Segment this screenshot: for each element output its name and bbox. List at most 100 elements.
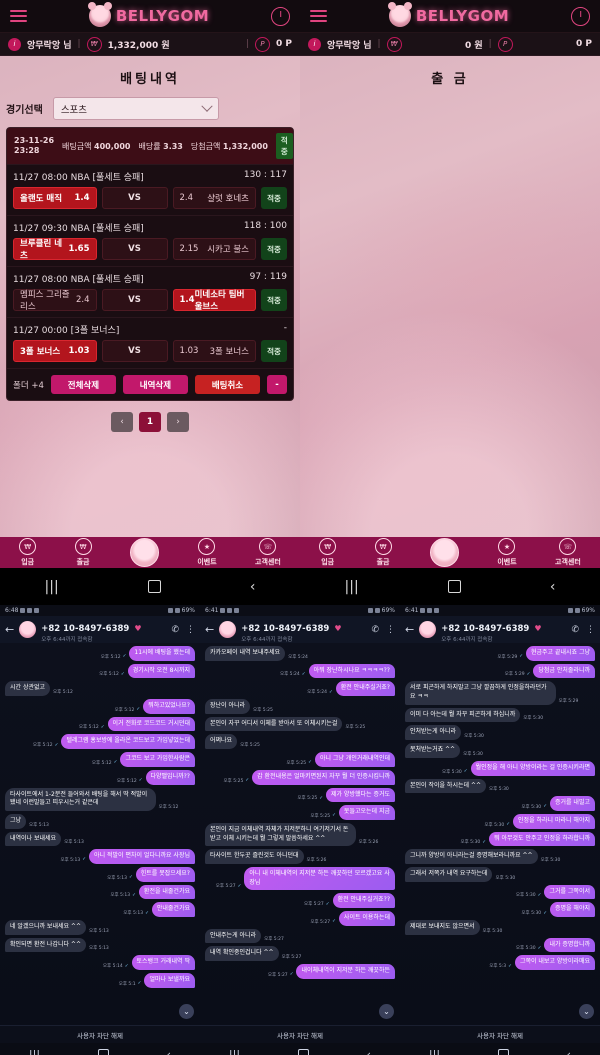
recents-button[interactable]: ||| (429, 1048, 440, 1055)
nav-event[interactable]: ★ 이벤트 (197, 538, 217, 567)
message-bubble: 그래서 저쪽가 내역 요구하는데 (405, 866, 493, 882)
back-button[interactable]: ‹ (367, 1048, 371, 1055)
home-button[interactable] (497, 1049, 509, 1055)
back-arrow-icon[interactable]: ← (405, 623, 414, 636)
call-icon[interactable]: ✆ (371, 625, 379, 635)
message-time: 오후 5:30 ✓ (521, 804, 547, 810)
message-time: 오후 5:29 ✓ (497, 654, 523, 660)
power-logout-icon[interactable] (271, 6, 290, 26)
home-button[interactable] (297, 1049, 309, 1055)
app-topbar: BELLYGOM (300, 0, 600, 33)
read-tick-icon: ✓ (237, 883, 242, 889)
nav-support[interactable]: ☏ 고객센터 (555, 538, 581, 567)
recents-button[interactable]: ||| (45, 579, 59, 595)
user-money: 1,332,000 원 (107, 40, 170, 51)
page-prev-button[interactable]: ‹ (111, 412, 133, 432)
unblock-user-button[interactable]: 사용자 차단 해제 (0, 1025, 200, 1043)
more-options-icon[interactable]: ⋮ (186, 625, 195, 635)
pick-away[interactable]: 2.4 샬럿 호네츠 (172, 187, 256, 209)
power-logout-icon[interactable] (571, 6, 590, 26)
menu-icon[interactable] (310, 9, 327, 23)
pick-home[interactable]: 멤피스 그리즐리스 2.4 (13, 289, 97, 312)
message-time: 오후 5:30 ✓ (460, 839, 487, 846)
recents-button[interactable]: ||| (29, 1048, 40, 1055)
message-bubble: 내역이나 보내세요 (5, 831, 62, 847)
nav-withdraw[interactable]: ₩ 출금 (374, 538, 392, 567)
back-button[interactable]: ‹ (167, 1048, 171, 1055)
back-button[interactable]: ‹ (550, 579, 556, 595)
scroll-to-bottom-icon[interactable]: ⌄ (379, 1004, 394, 1019)
more-options-icon[interactable]: ⋮ (586, 625, 595, 635)
nav-deposit[interactable]: ₩ 입금 (19, 538, 37, 567)
message-time: 오후 5:30 ✓ (521, 910, 547, 917)
message-bubble: 그쪽이 내보고 양방이라매요 (514, 955, 595, 971)
back-arrow-icon[interactable]: ← (5, 623, 14, 636)
home-button[interactable] (447, 580, 461, 593)
scroll-to-bottom-icon[interactable]: ⌄ (179, 1004, 194, 1019)
call-icon[interactable]: ✆ (171, 625, 179, 635)
pick-away[interactable]: 1.03 3폴 보너스 (172, 340, 256, 362)
message-bubble: 타사이트에서 1-2분전 들어와서 배팅을 해서 딱 적발이 됐네 이런말들고 … (5, 787, 156, 811)
message-row: 오후 5:12 ✓ 경기시작 오전 8시까지 (5, 663, 195, 679)
signal-icon (574, 608, 580, 613)
recents-button[interactable]: ||| (345, 579, 359, 595)
message-bubble: 그니까 양방이 아니라는걸 증명해보라니까요 ^^ (405, 849, 538, 864)
message-list[interactable]: 카카오페이 내역 보내주세요 오후 5:24 오후 5:24 ✓ 아뭐 장난하시나요 ㅋ… (200, 643, 400, 1025)
message-row: 오후 5:24 ✓ 아뭐 장난하시나요 ㅋㅋㅋㅋ?? (205, 663, 395, 679)
more-button[interactable]: - (267, 375, 288, 394)
avatar[interactable] (419, 621, 437, 638)
page-next-button[interactable]: › (167, 412, 189, 432)
pick-home[interactable]: 브루클린 네츠 1.65 (13, 238, 97, 261)
nav-deposit[interactable]: ₩ 입금 (319, 538, 337, 567)
delete-all-button[interactable]: 전체삭제 (50, 375, 116, 394)
message-row: 오후 5:25 ✓ 갑 환전내용은 얼마키면된지 자꾸 뭘 더 인증시킵니까 (205, 769, 395, 785)
message-list[interactable]: 오후 5:29 ✓ 현금주고 끝내시죠 그냥 오후 5:29 ✓ 당첨금 안처줄라니까 서로… (400, 643, 600, 1025)
pick-away[interactable]: 1.4 미네소타 팀버울브스 (172, 289, 256, 312)
message-row: 오후 5:13 ✓ 안내줄건가요 (5, 902, 195, 917)
game-select-label: 경기선택 (6, 105, 43, 116)
nav-event[interactable]: ★ 이벤트 (497, 538, 517, 567)
message-row: 오후 5:30 ✓ 뭐 아무것도 안주고 인정을 하라합니까 (405, 831, 595, 847)
back-button[interactable]: ‹ (250, 579, 256, 595)
cancel-bet-button[interactable]: 배팅취소 (194, 375, 261, 394)
message-time: 오후 5:1 ✓ (118, 981, 142, 987)
read-tick-icon: ✓ (301, 671, 306, 677)
message-time: 오후 5:30 ✓ (515, 892, 542, 899)
bet-game-row: 11/27 08:00 NBA [풀세트 승패] 130 : 117 올랜도 매… (7, 164, 293, 215)
home-button[interactable] (147, 580, 161, 593)
message-bubble: 이미 다 아는데 뭘 자꾸 피곤하게 하십니까 (405, 707, 521, 723)
recents-button[interactable]: ||| (229, 1048, 240, 1055)
menu-icon[interactable] (10, 9, 27, 23)
game-score: - (283, 323, 287, 333)
nav-support[interactable]: ☏ 고객센터 (255, 538, 281, 567)
scroll-to-bottom-icon[interactable]: ⌄ (579, 1004, 594, 1019)
bet-payout: 당첨금액 1,332,000 (190, 141, 268, 151)
message-time: 오후 5:13 (29, 822, 49, 828)
app-notification-icon (220, 608, 226, 613)
page-1-button[interactable]: 1 (139, 412, 161, 432)
message-row: 오후 5:12 ✓ 텔레그램 홍보방에 올라온 코드보고 가입넣었는데 (5, 734, 195, 750)
pick-home[interactable]: 3폴 보너스 1.03 (13, 340, 97, 362)
unblock-user-button[interactable]: 사용자 차단 해제 (200, 1025, 400, 1043)
avatar[interactable] (19, 621, 37, 638)
call-icon[interactable]: ✆ (571, 625, 579, 635)
back-arrow-icon[interactable]: ← (205, 623, 214, 636)
message-list[interactable]: 오후 5:12 ✓ 11시에 배팅을 했는데 오후 5:12 ✓ 경기시작 오전 8시까지… (0, 643, 200, 1025)
pick-away[interactable]: 2.15 시카고 불스 (172, 238, 256, 260)
bet-summary: 23-11-26 23:28 배팅금액 400,000 배당률 3.33 당첨금… (7, 128, 293, 164)
back-button[interactable]: ‹ (567, 1048, 571, 1055)
pick-home[interactable]: 올랜도 매직 1.4 (13, 187, 97, 209)
more-options-icon[interactable]: ⋮ (386, 625, 395, 635)
game-select-dropdown[interactable]: 스포츠 (52, 97, 219, 120)
avatar[interactable] (219, 621, 237, 638)
message-row: 내역이나 보내세요 오후 5:13 (5, 831, 195, 847)
wifi-icon (367, 608, 373, 613)
bear-home-icon[interactable] (129, 538, 159, 567)
unblock-user-button[interactable]: 사용자 차단 해제 (400, 1025, 600, 1043)
nav-withdraw[interactable]: ₩ 출금 (74, 538, 92, 567)
bear-home-icon[interactable] (429, 538, 459, 567)
android-system-nav: ||| ‹ (200, 1043, 400, 1055)
delete-record-button[interactable]: 내역삭제 (122, 375, 188, 394)
home-button[interactable] (97, 1049, 109, 1055)
read-tick-icon: ✓ (506, 822, 511, 828)
